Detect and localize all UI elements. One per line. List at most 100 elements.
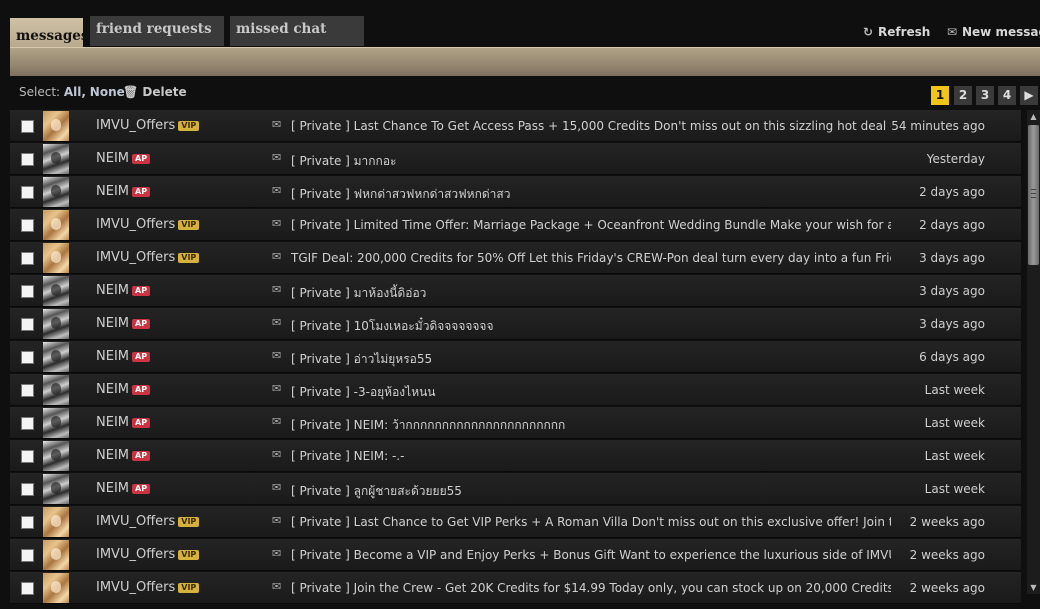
message-checkbox[interactable] [21, 549, 34, 562]
sender-name[interactable]: NEIM AP [96, 184, 151, 199]
message-checkbox[interactable] [21, 219, 34, 232]
page-4-button[interactable]: 4 [998, 86, 1016, 105]
tab-messages[interactable]: messages [10, 18, 88, 48]
avatar[interactable] [43, 276, 69, 306]
scrollbar-thumb[interactable] [1028, 125, 1039, 265]
avatar[interactable] [43, 375, 69, 405]
page-2-button[interactable]: 2 [954, 86, 972, 105]
message-row[interactable]: IMVU_Offers VIP ✉ [ Private ] Limited Time … [10, 209, 1021, 241]
message-checkbox[interactable] [21, 120, 34, 133]
message-checkbox[interactable] [21, 417, 34, 430]
message-subject[interactable]: TGIF Deal: 200,000 Credits for 50% Off L… [291, 251, 891, 265]
message-subject[interactable]: [ Private ] มาห้องนี้ดิอ่อว [291, 284, 891, 303]
message-checkbox[interactable] [21, 384, 34, 397]
avatar[interactable] [43, 177, 69, 207]
sender-name[interactable]: IMVU_Offers VIP [96, 118, 200, 133]
sender-name[interactable]: IMVU_Offers VIP [96, 514, 200, 529]
page-3-button[interactable]: 3 [976, 86, 994, 105]
message-checkbox[interactable] [21, 186, 34, 199]
scroll-up-arrow-icon[interactable]: ▲ [1027, 110, 1040, 123]
message-row[interactable]: IMVU_Offers VIP ✉ [ Private ] Become a VIP … [10, 539, 1021, 571]
sender-name[interactable]: IMVU_Offers VIP [96, 547, 200, 562]
message-row[interactable]: NEIM AP ✉ [ Private ] -3-อยุห้องไหนน Last we… [10, 374, 1021, 406]
message-subject[interactable]: [ Private ] -3-อยุห้องไหนน [291, 383, 891, 402]
message-row[interactable]: NEIM AP ✉ [ Private ] ลูกผู้ชายสะด้วยยย55 La… [10, 473, 1021, 505]
message-row[interactable]: IMVU_Offers VIP ✉ [ Private ] Join the Crew… [10, 572, 1021, 604]
sender-name[interactable]: IMVU_Offers VIP [96, 217, 200, 232]
avatar[interactable] [43, 144, 69, 174]
message-subject[interactable]: [ Private ] NEIM: -.- [291, 449, 891, 463]
message-subject[interactable]: [ Private ] ลูกผู้ชายสะด้วยยย55 [291, 482, 891, 501]
message-row[interactable]: NEIM AP ✉ [ Private ] 10โมงเหอะมั๋วดิจจจจจจ… [10, 308, 1021, 340]
avatar[interactable] [43, 408, 69, 438]
message-subject[interactable]: [ Private ] มากกอะ [291, 152, 891, 171]
message-row[interactable]: NEIM AP ✉ [ Private ] มากกอะ Yesterday [10, 143, 1021, 175]
new-message-label: New message [962, 25, 1040, 39]
sender-name[interactable]: NEIM AP [96, 151, 151, 166]
message-row[interactable]: NEIM AP ✉ [ Private ] NEIM: -.- Last week [10, 440, 1021, 472]
avatar[interactable] [43, 342, 69, 372]
avatar[interactable] [43, 111, 69, 141]
scroll-down-arrow-icon[interactable]: ▼ [1027, 581, 1040, 594]
avatar[interactable] [43, 441, 69, 471]
message-subject[interactable]: [ Private ] ฟหกด่าสวฟหกด่าสวฟหกด่าสว [291, 185, 891, 204]
message-checkbox[interactable] [21, 318, 34, 331]
message-row[interactable]: NEIM AP ✉ [ Private ] อ่าวไม่ยุหรอ55 6 days … [10, 341, 1021, 373]
avatar[interactable] [43, 474, 69, 504]
avatar[interactable] [43, 573, 69, 603]
avatar[interactable] [43, 243, 69, 273]
select-none-link[interactable]: None [90, 85, 125, 99]
message-checkbox[interactable] [21, 516, 34, 529]
message-subject[interactable]: [ Private ] Join the Crew - Get 20K Cred… [291, 581, 891, 595]
message-checkbox[interactable] [21, 450, 34, 463]
sender-name[interactable]: NEIM AP [96, 382, 151, 397]
sender-name[interactable]: NEIM AP [96, 316, 151, 331]
avatar[interactable] [43, 507, 69, 537]
message-checkbox[interactable] [21, 252, 34, 265]
message-checkbox[interactable] [21, 582, 34, 595]
message-subject[interactable]: [ Private ] Last Chance to Get VIP Perks… [291, 515, 891, 529]
message-row[interactable]: IMVU_Offers VIP ✉ TGIF Deal: 200,000 Credit… [10, 242, 1021, 274]
ap-badge: AP [132, 319, 151, 329]
message-row[interactable]: NEIM AP ✉ [ Private ] NEIM: ว้ากกกกกกกกกกกก… [10, 407, 1021, 439]
envelope-icon: ✉ [272, 283, 282, 296]
scrollbar[interactable]: ▲ ▼ [1027, 110, 1040, 594]
avatar[interactable] [43, 540, 69, 570]
message-checkbox[interactable] [21, 153, 34, 166]
message-checkbox[interactable] [21, 285, 34, 298]
message-row[interactable]: IMVU_Offers VIP ✉ [ Private ] Last Chance t… [10, 506, 1021, 538]
delete-button[interactable]: 🗑 Delete [123, 85, 187, 99]
sender-name[interactable]: IMVU_Offers VIP [96, 250, 200, 265]
sender-name[interactable]: NEIM AP [96, 283, 151, 298]
message-subject[interactable]: [ Private ] Limited Time Offer: Marriage… [291, 218, 891, 232]
delete-label: Delete [142, 85, 187, 99]
tab-missed-chat-invites[interactable]: missed chat invites [230, 16, 364, 63]
play-next-icon: ▶ [1024, 88, 1034, 102]
message-row[interactable]: NEIM AP ✉ [ Private ] ฟหกด่าสวฟหกด่าสวฟหกด่… [10, 176, 1021, 208]
select-all-link[interactable]: All, [64, 85, 86, 99]
message-row[interactable]: IMVU_Offers VIP ✉ [ Private ] Last Chance T… [10, 110, 1021, 142]
sender-name[interactable]: NEIM AP [96, 448, 151, 463]
refresh-button[interactable]: ↻ Refresh [861, 25, 930, 39]
next-page-button[interactable]: ▶ [1020, 86, 1038, 105]
message-subject[interactable]: [ Private ] Last Chance To Get Access Pa… [291, 119, 891, 133]
message-checkbox[interactable] [21, 483, 34, 496]
avatar[interactable] [43, 210, 69, 240]
sender-name[interactable]: IMVU_Offers VIP [96, 580, 200, 595]
message-row[interactable]: NEIM AP ✉ [ Private ] มาห้องนี้ดิอ่อว 3 days… [10, 275, 1021, 307]
sender-name[interactable]: NEIM AP [96, 349, 151, 364]
message-subject[interactable]: [ Private ] NEIM: ว้ากกกกกกกกกกกกกกกกกกก… [291, 416, 891, 435]
message-time: 2 weeks ago [909, 581, 985, 595]
sender-name[interactable]: NEIM AP [96, 415, 151, 430]
message-subject[interactable]: [ Private ] อ่าวไม่ยุหรอ55 [291, 350, 891, 369]
new-message-button[interactable]: ✉ New message [945, 25, 1040, 39]
sender-label: IMVU_Offers [96, 118, 176, 133]
avatar[interactable] [43, 309, 69, 339]
message-time: Last week [924, 482, 985, 496]
page-1-button[interactable]: 1 [931, 86, 949, 105]
sender-name[interactable]: NEIM AP [96, 481, 151, 496]
message-subject[interactable]: [ Private ] 10โมงเหอะมั๋วดิจจจจจจจจ [291, 317, 891, 336]
tab-friend-requests[interactable]: friend requests (0) [90, 16, 224, 63]
message-subject[interactable]: [ Private ] Become a VIP and Enjoy Perks… [291, 548, 891, 562]
message-checkbox[interactable] [21, 351, 34, 364]
